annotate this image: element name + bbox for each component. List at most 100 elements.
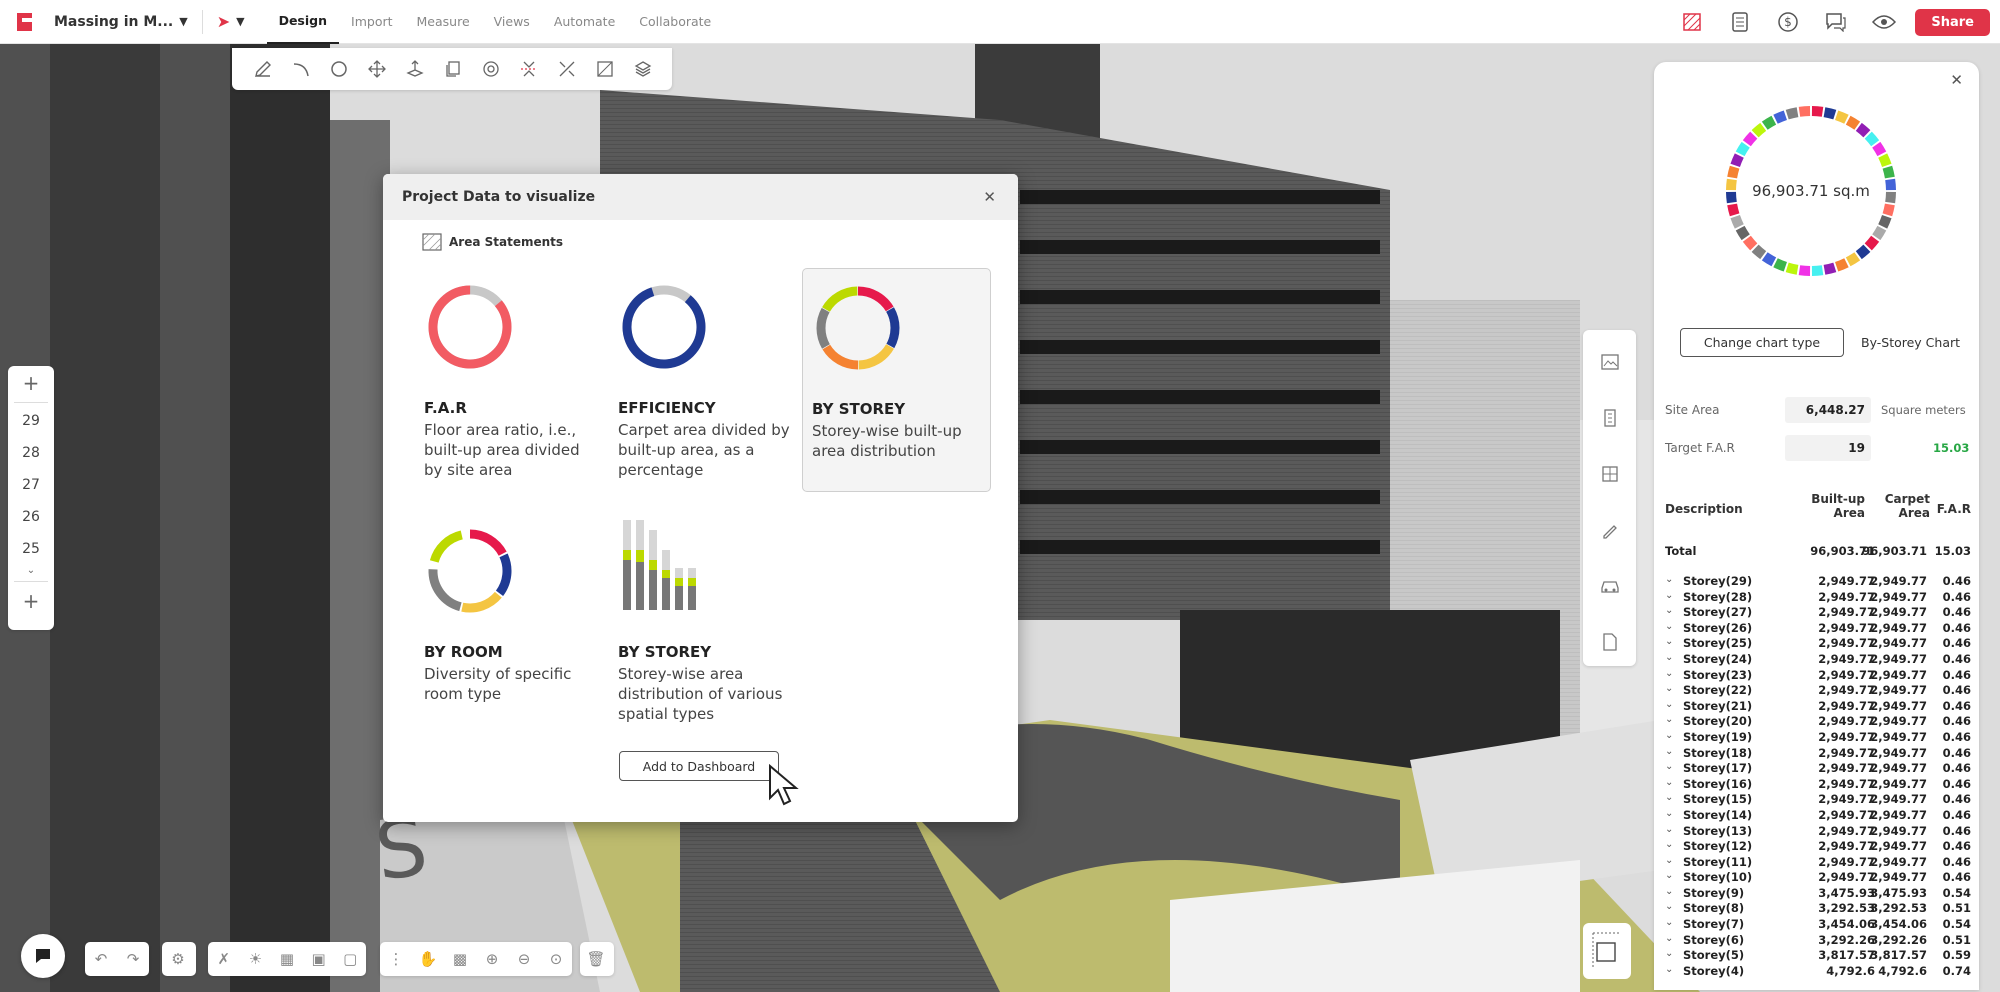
table-row[interactable]: ⌄ Storey(20) 2,949.77 2,949.77 0.46 [1665, 714, 1975, 730]
chevron-down-icon[interactable]: ⌄ [1665, 808, 1673, 819]
storey-item[interactable]: 27 [8, 469, 54, 501]
eye-icon[interactable] [1867, 5, 1901, 39]
chevron-down-icon[interactable]: ⌄ [1665, 855, 1673, 866]
redo-icon[interactable]: ↷ [117, 942, 149, 976]
pan-icon[interactable]: ✋ [412, 942, 444, 976]
add-storey-below-button[interactable]: + [8, 584, 54, 618]
by-storey-card[interactable]: BY STOREY Storey-wise built-up area dist… [802, 268, 991, 492]
table-row[interactable]: ⌄ Storey(7) 3,454.06 3,454.06 0.54 [1665, 917, 1975, 933]
table-row[interactable]: ⌄ Storey(8) 3,292.53 3,292.53 0.51 [1665, 901, 1975, 917]
by-storey-spatial-card[interactable]: BY STOREY Storey-wise area distribution … [609, 512, 798, 736]
table-row[interactable]: ⌄ Storey(18) 2,949.77 2,949.77 0.46 [1665, 746, 1975, 762]
chevron-down-icon[interactable]: ⌄ [1665, 839, 1673, 850]
dollar-icon[interactable]: $ [1771, 5, 1805, 39]
table-row[interactable]: ⌄ Storey(13) 2,949.77 2,949.77 0.46 [1665, 824, 1975, 840]
circle-icon[interactable] [320, 53, 358, 85]
chat-button[interactable] [21, 934, 65, 978]
select-cursor-icon[interactable]: ➤ [217, 12, 230, 31]
table-row[interactable]: ⌄ Storey(9) 3,475.93 3,475.93 0.54 [1665, 886, 1975, 902]
chevron-down-icon[interactable]: ⌄ [1665, 605, 1673, 616]
table-row[interactable]: ⌄ Storey(17) 2,949.77 2,949.77 0.46 [1665, 761, 1975, 777]
change-chart-type-button[interactable]: Change chart type [1680, 328, 1844, 357]
table-row[interactable]: ⌄ Storey(5) 3,817.57 3,817.57 0.59 [1665, 948, 1975, 964]
trim-icon[interactable] [548, 53, 586, 85]
table-row[interactable]: ⌄ Storey(15) 2,949.77 2,949.77 0.46 [1665, 792, 1975, 808]
chevron-down-icon[interactable]: ⌄ [8, 565, 54, 579]
arc-icon[interactable] [282, 53, 320, 85]
table-row[interactable]: ⌄ Storey(11) 2,949.77 2,949.77 0.46 [1665, 855, 1975, 871]
table-row[interactable]: ⌄ Storey(10) 2,949.77 2,949.77 0.46 [1665, 870, 1975, 886]
document-icon[interactable] [1583, 614, 1636, 670]
table-row[interactable]: ⌄ Storey(24) 2,949.77 2,949.77 0.46 [1665, 652, 1975, 668]
chevron-down-icon[interactable]: ⌄ [1665, 590, 1673, 601]
trash-icon[interactable]: 🗑 [580, 942, 612, 976]
table-row[interactable]: ⌄ Storey(4) 4,792.6 4,792.6 0.74 [1665, 964, 1975, 980]
chevron-down-icon[interactable]: ▼ [179, 15, 187, 28]
tab-automate[interactable]: Automate [542, 0, 627, 44]
chevron-down-icon[interactable]: ⌄ [1665, 792, 1673, 803]
table-row[interactable]: ⌄ Storey(27) 2,949.77 2,949.77 0.46 [1665, 605, 1975, 621]
paint-icon[interactable] [1583, 502, 1636, 558]
image-icon[interactable] [1583, 334, 1636, 390]
gear-icon[interactable]: ⚙ [162, 942, 194, 976]
project-name[interactable]: Massing in M... [54, 14, 173, 30]
zoom-in-icon[interactable]: ⊕ [476, 942, 508, 976]
table-row[interactable]: ⌄ Storey(29) 2,949.77 2,949.77 0.46 [1665, 574, 1975, 590]
storey-item[interactable]: 26 [8, 501, 54, 533]
extrude-icon[interactable] [396, 53, 434, 85]
chevron-down-icon[interactable]: ⌄ [1665, 964, 1673, 975]
unlock-icon[interactable]: ▢ [334, 942, 366, 976]
table-row[interactable]: ⌄ Storey(6) 3,292.26 3,292.26 0.51 [1665, 933, 1975, 949]
chevron-down-icon[interactable]: ⌄ [1665, 730, 1673, 741]
close-icon[interactable]: ✕ [1950, 71, 1963, 89]
table-row[interactable]: ⌄ Storey(12) 2,949.77 2,949.77 0.46 [1665, 839, 1975, 855]
add-to-dashboard-button[interactable]: Add to Dashboard [619, 751, 779, 781]
zoom-out-icon[interactable]: ⊖ [508, 942, 540, 976]
rotate-icon[interactable] [472, 53, 510, 85]
lock-icon[interactable]: ▣ [303, 942, 335, 976]
calculator-icon[interactable] [1723, 5, 1757, 39]
hierarchy-icon[interactable]: ▦ [271, 942, 303, 976]
tab-collaborate[interactable]: Collaborate [627, 0, 723, 44]
chevron-down-icon[interactable]: ⌄ [1665, 652, 1673, 663]
chevron-down-icon[interactable]: ⌄ [1665, 948, 1673, 959]
share-button[interactable]: Share [1915, 8, 1990, 36]
chevron-down-icon[interactable]: ⌄ [1665, 761, 1673, 772]
table-row[interactable]: ⌄ Storey(23) 2,949.77 2,949.77 0.46 [1665, 668, 1975, 684]
table-row[interactable]: ⌄ Storey(14) 2,949.77 2,949.77 0.46 [1665, 808, 1975, 824]
chevron-down-icon[interactable]: ⌄ [1665, 621, 1673, 632]
eraser-icon[interactable]: ✗ [208, 942, 240, 976]
zoom-fit-icon[interactable]: ▩ [444, 942, 476, 976]
storey-item[interactable]: 25 [8, 533, 54, 565]
zoom-window-icon[interactable]: ⊙ [540, 942, 572, 976]
chevron-down-icon[interactable]: ▼ [236, 15, 244, 28]
chevron-down-icon[interactable]: ⌄ [1665, 714, 1673, 725]
chevron-down-icon[interactable]: ⌄ [1665, 636, 1673, 647]
split-icon[interactable] [510, 53, 548, 85]
boolean-icon[interactable] [586, 53, 624, 85]
tab-measure[interactable]: Measure [405, 0, 482, 44]
tab-design[interactable]: Design [266, 0, 340, 44]
chevron-down-icon[interactable]: ⌄ [1665, 870, 1673, 881]
pencil-icon[interactable] [244, 53, 282, 85]
table-row[interactable]: ⌄ Storey(21) 2,949.77 2,949.77 0.46 [1665, 699, 1975, 715]
chevron-down-icon[interactable]: ⌄ [1665, 901, 1673, 912]
table-row[interactable]: ⌄ Storey(22) 2,949.77 2,949.77 0.46 [1665, 683, 1975, 699]
comment-icon[interactable] [1819, 5, 1853, 39]
add-storey-above-button[interactable]: + [8, 366, 54, 400]
more-icon[interactable]: ⋮ [380, 942, 412, 976]
app-logo-icon[interactable] [12, 9, 38, 35]
move-icon[interactable] [358, 53, 396, 85]
chevron-down-icon[interactable]: ⌄ [1665, 777, 1673, 788]
chevron-down-icon[interactable]: ⌄ [1665, 917, 1673, 928]
tab-views[interactable]: Views [482, 0, 542, 44]
car-icon[interactable] [1583, 558, 1636, 614]
bulb-icon[interactable]: ☀ [240, 942, 272, 976]
building-icon[interactable] [1583, 390, 1636, 446]
chevron-down-icon[interactable]: ⌄ [1665, 746, 1673, 757]
chevron-down-icon[interactable]: ⌄ [1665, 683, 1673, 694]
tab-import[interactable]: Import [339, 0, 405, 44]
table-row[interactable]: ⌄ Storey(19) 2,949.77 2,949.77 0.46 [1665, 730, 1975, 746]
storey-item[interactable]: 28 [8, 437, 54, 469]
table-row[interactable]: ⌄ Storey(26) 2,949.77 2,949.77 0.46 [1665, 621, 1975, 637]
